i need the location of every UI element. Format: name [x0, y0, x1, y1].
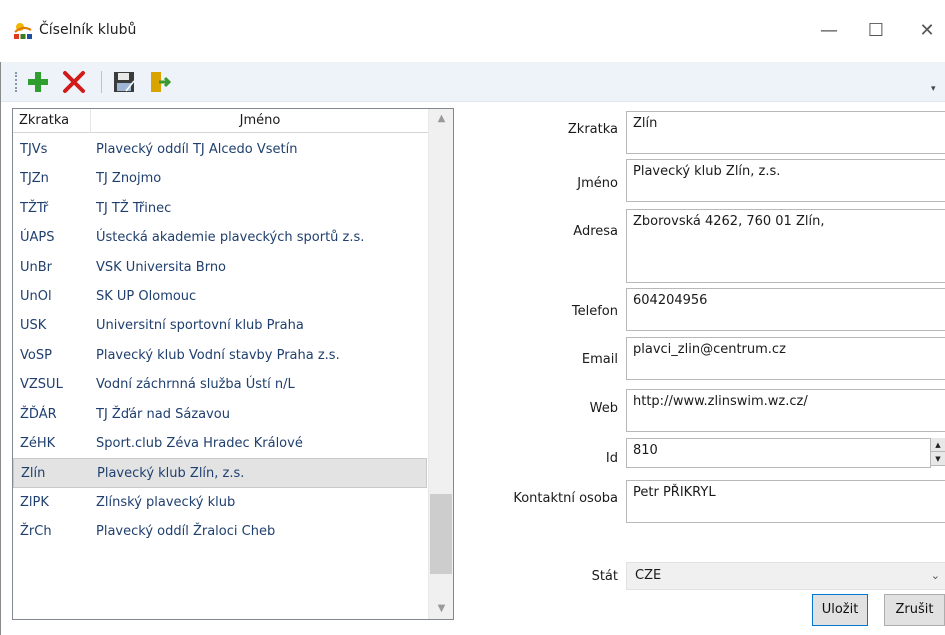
list-item-name: TJ Žďár nad Sázavou — [96, 406, 230, 422]
email-field[interactable]: plavci_zlin@centrum.cz — [626, 337, 945, 380]
stepper-up-icon[interactable]: ▲ — [931, 438, 945, 452]
list-item-code: ÚAPS — [20, 230, 55, 246]
minimize-button[interactable]: — — [814, 20, 844, 44]
list-item-code: Zlín — [21, 466, 46, 482]
toolbar-overflow-icon[interactable]: ▾ — [931, 84, 936, 94]
label-phone: Telefon — [571, 304, 618, 319]
delete-icon[interactable] — [61, 69, 87, 95]
scrollbar-thumb[interactable] — [430, 494, 452, 574]
list-item-code: TJZn — [20, 171, 49, 187]
close-button[interactable]: ✕ — [912, 20, 942, 44]
label-country: Stát — [591, 569, 618, 584]
scroll-up-icon[interactable]: ▲ — [429, 109, 453, 129]
cancel-button[interactable]: Zrušit — [884, 594, 945, 626]
label-email: Email — [581, 352, 618, 367]
name-field[interactable]: Plavecký klub Zlín, z.s. — [626, 159, 945, 202]
toolbar-separator — [101, 71, 102, 93]
list-item-name: Plavecký klub Zlín, z.s. — [97, 466, 245, 482]
contact-field[interactable]: Petr PŘIKRYL — [626, 480, 945, 523]
list-item[interactable]: ŽĎÁR TJ Žďár nad Sázavou — [13, 400, 427, 429]
list-item-name: Plavecký oddíl Žraloci Cheb — [96, 524, 276, 540]
country-select-value: CZE — [635, 568, 662, 583]
app-logo-icon — [14, 23, 32, 39]
id-field[interactable]: 810 — [626, 438, 931, 468]
list-item[interactable]: ZlPK Zlínský plavecký klub — [13, 488, 427, 517]
web-field[interactable]: http://www.zlinswim.wz.cz/ — [626, 389, 945, 432]
list-item-code: TŽTř — [20, 200, 49, 216]
list-item-name: TJ TŽ Třinec — [96, 200, 172, 216]
list-item[interactable]: UnBr VSK Universita Brno — [13, 253, 427, 282]
list-item[interactable]: ŽrCh Plavecký oddíl Žraloci Cheb — [13, 517, 427, 546]
list-item-name: Ústecká akademie plaveckých sportů z.s. — [96, 230, 365, 246]
address-field[interactable]: Zborovská 4262, 760 01 Zlín, — [626, 209, 945, 283]
id-stepper[interactable]: ▲ ▼ — [930, 438, 945, 466]
list-item-code: ŽĎÁR — [20, 406, 57, 422]
list-item-name: VSK Universita Brno — [96, 259, 227, 275]
toolbar-grip[interactable] — [15, 72, 18, 92]
list-item-code: VoSP — [20, 347, 52, 363]
stepper-down-icon[interactable]: ▼ — [931, 452, 945, 466]
label-id: Id — [605, 451, 618, 466]
maximize-button[interactable]: ☐ — [861, 20, 891, 44]
list-item-code: ZéHK — [20, 435, 56, 451]
list-item[interactable]: ÚAPS Ústecká akademie plaveckých sportů z… — [13, 223, 427, 252]
code-field[interactable]: Zlín — [626, 111, 945, 154]
chevron-down-icon: ⌄ — [930, 569, 940, 582]
label-code: Zkratka — [567, 122, 618, 137]
exit-icon[interactable] — [147, 69, 173, 95]
list-item[interactable]: USK Universitní sportovní klub Praha — [13, 311, 427, 340]
title-bar: Číselník klubů — ☐ ✕ — [0, 0, 945, 62]
scroll-down-icon[interactable]: ▼ — [429, 599, 453, 619]
save-icon[interactable] — [111, 69, 137, 95]
list-item-code: ŽrCh — [20, 524, 52, 540]
list-item-name: Plavecký oddíl TJ Alcedo Vsetín — [96, 142, 298, 157]
list-item-name: Plavecký klub Vodní stavby Praha z.s. — [96, 347, 340, 363]
list-item[interactable]: VoSP Plavecký klub Vodní stavby Praha z.s… — [13, 341, 427, 370]
list-item-code: UnOl — [20, 288, 52, 304]
list-item[interactable]: VZSUL Vodní záchrnná služba Ústí n/L — [13, 370, 427, 399]
list-item-name: SK UP Olomouc — [96, 288, 197, 304]
list-item[interactable]: ZéHK Sport.club Zéva Hradec Králové — [13, 429, 427, 458]
list-item[interactable]: TJVs Plavecký oddíl TJ Alcedo Vsetín — [13, 135, 427, 164]
list-item-name: Sport.club Zéva Hradec Králové — [96, 435, 303, 451]
column-header-code[interactable]: Zkratka — [13, 109, 91, 133]
add-icon[interactable] — [25, 69, 51, 95]
list-item-name: Zlínský plavecký klub — [96, 494, 236, 510]
list-item-code: VZSUL — [20, 377, 63, 393]
label-web: Web — [589, 401, 618, 416]
list-item-name: Vodní záchrnná služba Ústí n/L — [96, 377, 295, 393]
label-contact: Kontaktní osoba — [513, 491, 618, 506]
list-item-code: TJVs — [20, 142, 48, 157]
window-title: Číselník klubů — [39, 22, 137, 38]
save-button[interactable]: Uložit — [812, 594, 868, 626]
list-item-name: Universitní sportovní klub Praha — [96, 318, 304, 334]
label-name: Jméno — [577, 176, 618, 191]
list-item[interactable]: UnOl SK UP Olomouc — [13, 282, 427, 311]
club-list[interactable]: Zkratka Jméno TJVs Plavecký oddíl TJ Alce… — [12, 108, 454, 620]
list-item-code: UnBr — [20, 259, 53, 275]
list-header: Zkratka Jméno — [13, 109, 428, 133]
list-item[interactable]: TJZn TJ Znojmo — [13, 164, 427, 193]
column-header-name[interactable]: Jméno — [92, 109, 428, 133]
list-item[interactable]: TŽTř TJ TŽ Třinec — [13, 194, 427, 223]
phone-field[interactable]: 604204956 — [626, 288, 945, 331]
list-item-name: TJ Znojmo — [96, 171, 162, 187]
list-item-code: USK — [20, 318, 47, 334]
list-rows: TJVs Plavecký oddíl TJ Alcedo Vsetín TJZn T… — [13, 135, 428, 546]
list-scrollbar[interactable]: ▲ ▼ — [428, 109, 453, 619]
country-select[interactable]: CZE ⌄ — [626, 562, 945, 590]
label-address: Adresa — [573, 224, 618, 239]
list-item-code: ZlPK — [20, 494, 49, 510]
list-item[interactable]: Zlín Plavecký klub Zlín, z.s. — [13, 458, 427, 488]
toolbar: ▾ — [1, 62, 945, 102]
